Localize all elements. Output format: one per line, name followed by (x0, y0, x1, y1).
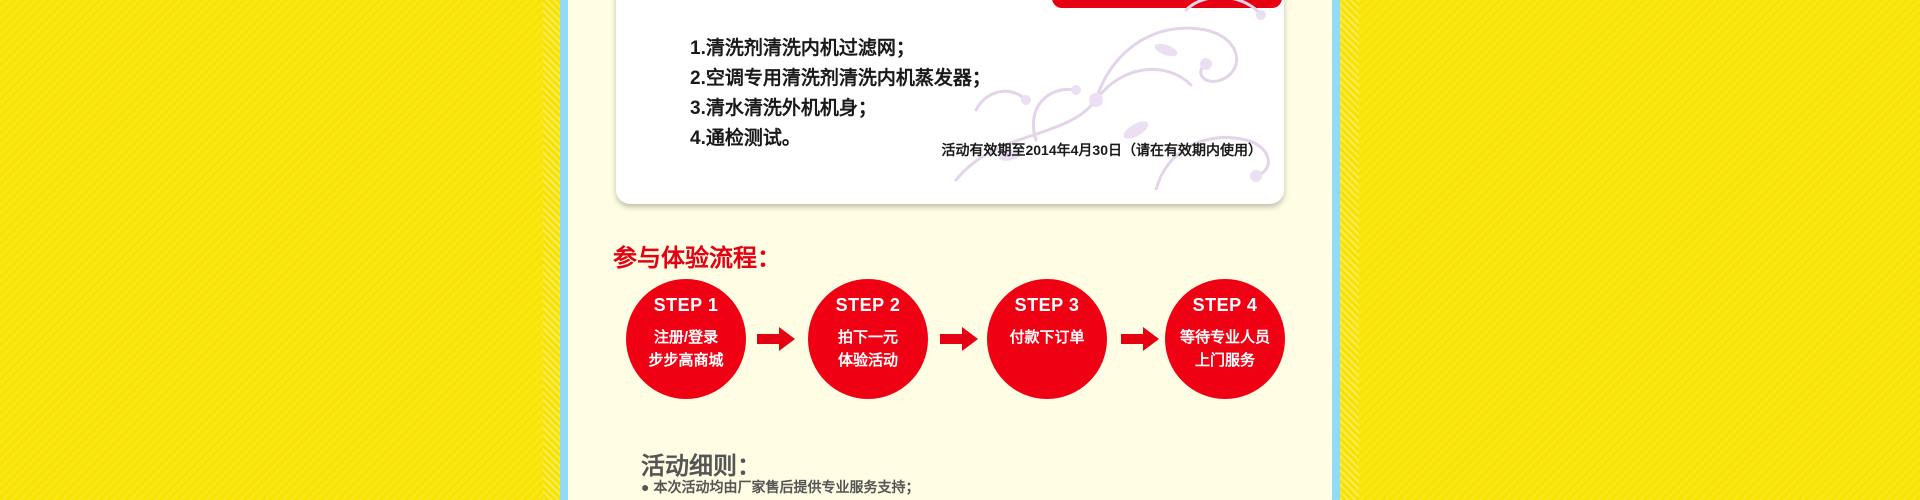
step-title: STEP 3 (1014, 295, 1080, 315)
right-yellow-rail (1340, 0, 1359, 500)
rule-item: ● 本次活动均由厂家售后提供专业服务支持； (641, 477, 919, 497)
step-title: STEP 1 (653, 295, 719, 315)
left-yellow-rail (543, 0, 560, 500)
step-description: 付款下订单 (1009, 329, 1085, 346)
list-item: 2.空调专用清洗剂清洗内机蒸发器； (690, 68, 991, 89)
step-3-circle: STEP 3 付款下订单 (987, 279, 1107, 399)
rule-text: 本次活动均由厂家售后提供专业服务支持； (653, 479, 920, 495)
process-heading: 参与体验流程： (613, 245, 781, 272)
service-card: 1.清洗剂清洗内机过滤网； 2.空调专用清洗剂清洗内机蒸发器； 3.清水清洗外机… (616, 0, 1284, 204)
right-blue-rail (1332, 0, 1340, 500)
step-title: STEP 2 (835, 295, 901, 315)
list-item: 1.清洗剂清洗内机过滤网； (690, 38, 915, 59)
right-arrow-icon (757, 327, 795, 351)
rules-heading: 活动细则： (641, 453, 761, 480)
step-2-circle: STEP 2 拍下一元 体验活动 (808, 279, 928, 399)
left-blue-rail (560, 0, 568, 500)
step-4-circle: STEP 4 等待专业人员 上门服务 (1165, 279, 1285, 399)
step-description: 拍下一元 体验活动 (837, 329, 898, 369)
right-arrow-icon (1121, 327, 1159, 351)
step-description: 注册/登录 步步高商城 (648, 329, 724, 369)
step-1-circle: STEP 1 注册/登录 步步高商城 (626, 279, 746, 399)
validity-note: 活动有效期至2014年4月30日（请在有效期内使用） (941, 142, 1262, 158)
list-item: 3.清水清洗外机机身； (690, 98, 877, 119)
bullet-icon: ● (641, 479, 650, 495)
right-arrow-icon (940, 327, 978, 351)
step-title: STEP 4 (1192, 295, 1258, 315)
service-steps-list: 1.清洗剂清洗内机过滤网； 2.空调专用清洗剂清洗内机蒸发器； 3.清水清洗外机… (690, 34, 991, 154)
step-description: 等待专业人员 上门服务 (1179, 329, 1270, 369)
card-title-tab (1052, 0, 1282, 8)
